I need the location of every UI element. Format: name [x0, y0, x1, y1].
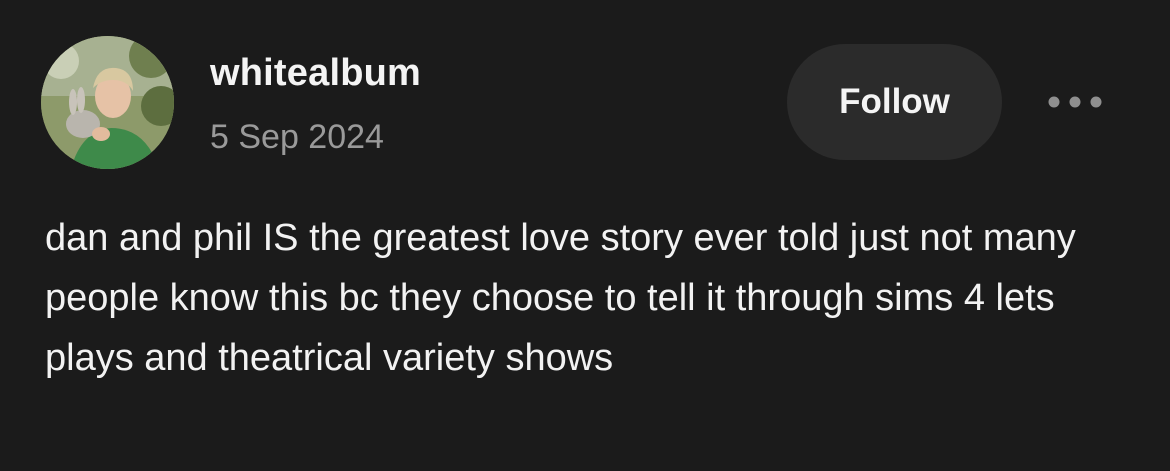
author-username[interactable]: whitealbum [210, 52, 421, 95]
more-options-button[interactable] [1040, 85, 1110, 119]
post-date[interactable]: 5 Sep 2024 [210, 118, 384, 157]
follow-button[interactable]: Follow [787, 44, 1002, 160]
avatar-photo-icon [41, 36, 174, 169]
post-text: dan and phil IS the greatest love story … [45, 217, 1076, 379]
author-avatar[interactable] [41, 36, 174, 169]
more-horizontal-icon [1048, 96, 1102, 108]
post-card: whitealbum 5 Sep 2024 Follow dan and phi… [0, 0, 1170, 471]
